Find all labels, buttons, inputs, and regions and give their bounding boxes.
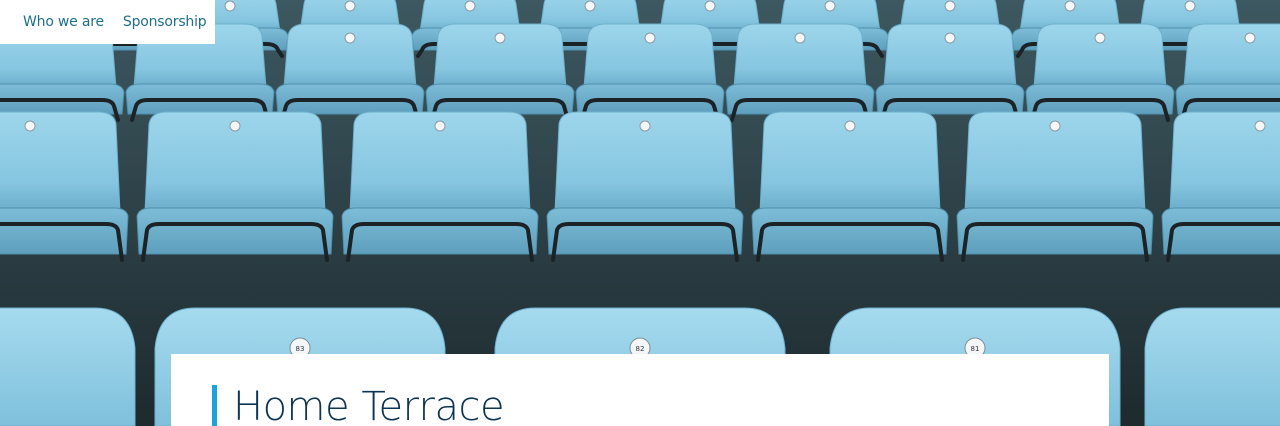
stadium-seat bbox=[751, 111, 949, 262]
stadium-seat bbox=[425, 23, 575, 122]
stadium-seat bbox=[275, 23, 425, 122]
nav-link-who-we-are[interactable]: Who we are bbox=[23, 14, 104, 30]
seat-number: 81 bbox=[971, 345, 980, 353]
seat-number: 82 bbox=[636, 345, 645, 353]
stadium-seat bbox=[1175, 23, 1280, 122]
stadium-seat bbox=[575, 23, 725, 122]
stadium-seat bbox=[1025, 23, 1175, 122]
stadium-seat bbox=[956, 111, 1154, 262]
stadium-seat-front bbox=[0, 307, 136, 426]
seat-number: 83 bbox=[296, 345, 305, 353]
stadium-seat-front bbox=[1144, 307, 1280, 426]
stadium-seat bbox=[341, 111, 539, 262]
page-title: Home Terrace bbox=[233, 384, 505, 426]
stadium-seat bbox=[725, 23, 875, 122]
stadium-seat bbox=[0, 111, 129, 262]
title-accent-bar bbox=[212, 385, 217, 426]
stadium-seat bbox=[1161, 111, 1280, 262]
title-card: Home Terrace bbox=[171, 354, 1109, 426]
stadium-seat bbox=[875, 23, 1025, 122]
stadium-seat bbox=[546, 111, 744, 262]
stadium-seat bbox=[136, 111, 334, 262]
top-nav: Who we are Sponsorship bbox=[0, 0, 215, 44]
nav-link-sponsorship[interactable]: Sponsorship bbox=[123, 14, 207, 30]
